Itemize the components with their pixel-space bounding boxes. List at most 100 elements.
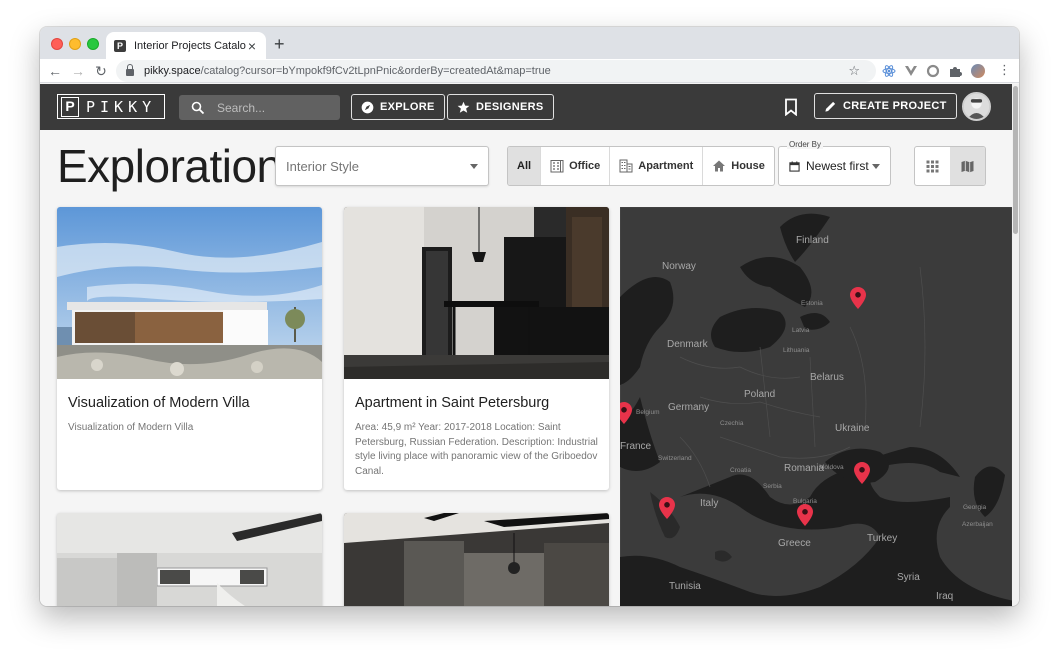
map-pin-icon[interactable] bbox=[797, 504, 813, 526]
create-project-label: CREATE PROJECT bbox=[843, 100, 947, 112]
maximize-window-button[interactable] bbox=[87, 38, 99, 50]
type-all-toggle[interactable]: All bbox=[508, 147, 542, 185]
map-label-lithuania: Lithuania bbox=[783, 347, 810, 354]
extension-circle-icon[interactable] bbox=[926, 64, 940, 78]
search-input[interactable] bbox=[217, 100, 327, 115]
map-label-latvia: Latvia bbox=[792, 327, 810, 334]
designers-button[interactable]: DESIGNERS bbox=[447, 94, 554, 120]
project-image-villa[interactable] bbox=[57, 207, 322, 379]
url-host: pikky.space bbox=[144, 65, 201, 77]
card-title[interactable]: Apartment in Saint Petersburg bbox=[355, 394, 598, 412]
project-card[interactable] bbox=[344, 513, 609, 606]
favicon-icon: P bbox=[114, 39, 126, 52]
close-window-button[interactable] bbox=[51, 38, 63, 50]
map-label-norway: Norway bbox=[662, 261, 696, 272]
house-icon bbox=[713, 160, 726, 172]
map-label-czechia: Czechia bbox=[720, 420, 744, 427]
tab-title: Interior Projects Catalog bbox=[134, 39, 246, 52]
projects-map[interactable]: Finland Norway Estonia Latvia Lithuania … bbox=[620, 207, 1012, 606]
map-view-button[interactable] bbox=[950, 147, 985, 185]
project-image-loft[interactable] bbox=[344, 513, 609, 606]
create-project-button[interactable]: CREATE PROJECT bbox=[814, 93, 957, 119]
star-icon bbox=[457, 101, 470, 113]
explore-label: EXPLORE bbox=[380, 101, 435, 113]
map-label-finland: Finland bbox=[796, 235, 829, 246]
map-label-france: France bbox=[620, 441, 652, 452]
search-box[interactable] bbox=[179, 95, 340, 120]
project-card[interactable]: Visualization of Modern Villa Visualizat… bbox=[57, 207, 322, 490]
search-icon bbox=[191, 101, 205, 114]
scrollbar-thumb[interactable] bbox=[1013, 86, 1018, 234]
page-scrollbar[interactable] bbox=[1012, 84, 1019, 606]
dropdown-caret-icon bbox=[470, 163, 478, 169]
type-house-toggle[interactable]: House bbox=[703, 147, 774, 185]
user-avatar[interactable] bbox=[962, 92, 991, 121]
office-icon bbox=[550, 160, 564, 173]
view-mode-toggle bbox=[914, 146, 986, 186]
map-label-romania: Romania bbox=[784, 463, 825, 474]
extensions-puzzle-icon[interactable] bbox=[948, 64, 962, 78]
villa-photo bbox=[57, 207, 322, 379]
map-label-azerbaijan: Azerbaijan bbox=[962, 521, 993, 528]
map-label-poland: Poland bbox=[744, 389, 776, 400]
back-icon[interactable]: ← bbox=[46, 62, 64, 80]
app-bar: P PIKKY EXPLORE bbox=[40, 84, 1012, 130]
card-title[interactable]: Visualization of Modern Villa bbox=[68, 394, 311, 412]
browser-tab[interactable]: P Interior Projects Catalog × bbox=[106, 32, 266, 59]
pikky-logo[interactable]: P PIKKY bbox=[57, 94, 165, 119]
bookmark-icon[interactable] bbox=[784, 98, 798, 116]
type-office-toggle[interactable]: Office bbox=[541, 147, 611, 185]
map-label-serbia: Serbia bbox=[763, 483, 782, 490]
designers-label: DESIGNERS bbox=[476, 101, 544, 113]
type-apartment-toggle[interactable]: Apartment bbox=[610, 147, 704, 185]
map-label-belgium: Belgium bbox=[636, 409, 660, 416]
map-label-greece: Greece bbox=[778, 538, 811, 549]
type-office-label: Office bbox=[569, 160, 601, 172]
apartment-photo bbox=[344, 207, 609, 379]
card-description: Area: 45,9 m² Year: 2017-2018 Location: … bbox=[355, 422, 598, 477]
map-label-estonia: Estonia bbox=[801, 300, 823, 307]
url-path: /catalog?cursor=bYmpokf9fCv2tLpnPnic&ord… bbox=[200, 65, 551, 77]
project-image-interior[interactable] bbox=[57, 513, 322, 606]
forward-icon[interactable]: → bbox=[69, 62, 87, 80]
explore-button[interactable]: EXPLORE bbox=[351, 94, 445, 120]
apartment-icon bbox=[619, 159, 633, 173]
order-by-select[interactable]: Order By Newest first bbox=[778, 140, 891, 186]
map-pin-icon[interactable] bbox=[659, 497, 675, 519]
map-label-denmark: Denmark bbox=[667, 339, 708, 350]
page-title: Exploration bbox=[57, 140, 282, 192]
tab-strip: P Interior Projects Catalog × + bbox=[40, 27, 1019, 59]
map-pin-icon[interactable] bbox=[850, 287, 866, 309]
tab-close-icon[interactable]: × bbox=[246, 39, 258, 53]
compass-icon bbox=[361, 101, 374, 113]
order-caret-icon bbox=[872, 163, 880, 169]
minimize-window-button[interactable] bbox=[69, 38, 81, 50]
address-bar[interactable]: pikky.space/catalog?cursor=bYmpokf9fCv2t… bbox=[116, 60, 876, 82]
bookmark-star-icon[interactable]: ☆ bbox=[848, 63, 860, 79]
card-description: Visualization of Modern Villa bbox=[68, 422, 194, 433]
project-card[interactable] bbox=[57, 513, 322, 606]
map-pin-icon[interactable] bbox=[620, 402, 632, 424]
grid-view-button[interactable] bbox=[915, 147, 950, 185]
project-card[interactable]: Apartment in Saint Petersburg Area: 45,9… bbox=[344, 207, 609, 490]
map-label-croatia: Croatia bbox=[730, 467, 751, 474]
map-label-belarus: Belarus bbox=[810, 372, 844, 383]
lock-icon bbox=[126, 64, 134, 76]
reload-icon[interactable]: ↻ bbox=[92, 62, 110, 80]
vue-devtools-icon[interactable] bbox=[904, 64, 918, 78]
react-devtools-icon[interactable] bbox=[882, 64, 896, 78]
pencil-icon bbox=[825, 101, 836, 112]
map-pin-icon[interactable] bbox=[854, 462, 870, 484]
map-label-turkey: Turkey bbox=[867, 533, 898, 544]
profile-avatar-icon[interactable] bbox=[971, 64, 985, 78]
map-label-syria: Syria bbox=[897, 572, 920, 583]
project-image-apartment[interactable] bbox=[344, 207, 609, 379]
new-tab-button[interactable]: + bbox=[274, 35, 285, 53]
browser-menu-icon[interactable]: ⋮ bbox=[998, 62, 1011, 78]
order-by-label: Order By bbox=[787, 140, 824, 149]
map-label-germany: Germany bbox=[668, 402, 710, 413]
logo-mark: P bbox=[61, 96, 79, 117]
interior-style-select[interactable]: Interior Style bbox=[275, 146, 489, 186]
map-label-tunisia: Tunisia bbox=[669, 581, 701, 592]
project-type-toggle: All Office Apartment House bbox=[507, 146, 775, 186]
